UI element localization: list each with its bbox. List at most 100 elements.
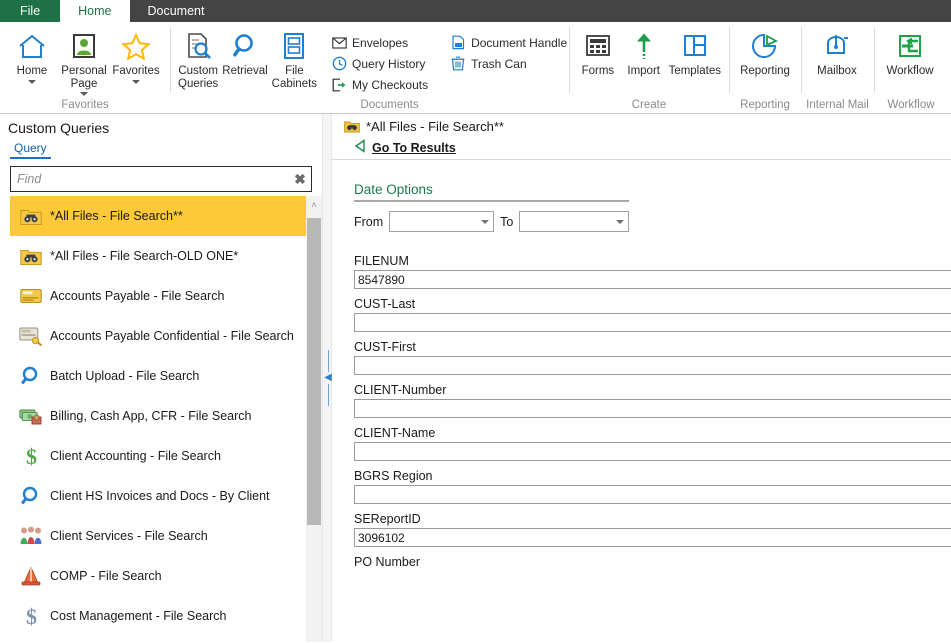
- query-list-container: *All Files - File Search** *All Files - F…: [10, 196, 322, 642]
- ribbon-button-query-history[interactable]: Query History: [327, 53, 434, 74]
- ribbon-button-personal-page[interactable]: Personal Page: [58, 26, 110, 96]
- form-field-input[interactable]: [354, 485, 951, 504]
- ribbon-button-retrieval[interactable]: Retrieval: [220, 26, 269, 78]
- ribbon-button-templates[interactable]: Templates: [667, 26, 723, 78]
- form-field-input[interactable]: [354, 528, 951, 547]
- ribbon-button-custom-queries-label: Custom Queries: [178, 65, 219, 90]
- ribbon-button-home-label: Home: [16, 65, 48, 77]
- ribbon-button-workflow-label: Workflow: [886, 65, 934, 77]
- main-body: Custom Queries Query ✖ *All Files - File…: [0, 114, 951, 642]
- form-field-input[interactable]: [354, 270, 951, 289]
- ribbon-button-document-handle-label: Document Handle: [471, 35, 568, 50]
- custom-queries-pane: Custom Queries Query ✖ *All Files - File…: [0, 114, 322, 642]
- form-field-input[interactable]: [354, 442, 951, 461]
- form-toolbar: Go To Results: [332, 136, 951, 160]
- ribbon-group-label-internal-mail: Internal Mail: [806, 99, 869, 111]
- list-item[interactable]: Billing, Cash App, CFR - File Search: [10, 396, 322, 436]
- ribbon-button-query-history-label: Query History: [352, 56, 426, 71]
- ribbon-button-home[interactable]: Home: [6, 26, 58, 84]
- form-field-label: CLIENT-Number: [354, 383, 447, 397]
- search-input[interactable]: [11, 167, 289, 191]
- chevron-down-icon[interactable]: [477, 212, 493, 231]
- list-item[interactable]: Client Services - File Search: [10, 516, 322, 556]
- magnifier-icon: [231, 29, 259, 63]
- list-item-label: Cost Management - File Search: [50, 609, 227, 623]
- binoculars-folder-icon: [16, 243, 46, 269]
- dollar-green-icon: $: [16, 443, 46, 469]
- ribbon-button-workflow[interactable]: Workflow: [880, 26, 940, 78]
- ribbon-button-file-cabinets-label: File Cabinets: [271, 65, 318, 90]
- ribbon-button-mailbox[interactable]: Mailbox: [807, 26, 867, 78]
- ribbon-button-favorites[interactable]: Favorites: [110, 26, 162, 84]
- list-item[interactable]: COMP - File Search: [10, 556, 322, 596]
- list-item[interactable]: Accounts Payable Confidential - File Sea…: [10, 316, 322, 356]
- form-field: SEReportID: [354, 512, 951, 547]
- ribbon-button-envelopes[interactable]: Envelopes: [327, 32, 434, 53]
- document-handle-icon: [448, 35, 468, 50]
- list-item[interactable]: Batch Upload - File Search: [10, 356, 322, 396]
- form-field-label: CUST-Last: [354, 297, 416, 311]
- chevron-down-icon[interactable]: [612, 212, 628, 231]
- subtab-query[interactable]: Query: [10, 141, 51, 159]
- ribbon-tabstrip: File Home Document: [0, 0, 951, 22]
- ribbon-button-trash-can-label: Trash Can: [471, 56, 527, 71]
- form-field-input[interactable]: [354, 313, 951, 332]
- home-icon: [17, 29, 47, 63]
- list-item[interactable]: Accounts Payable - File Search: [10, 276, 322, 316]
- list-item-label: Accounts Payable - File Search: [50, 289, 225, 303]
- list-item[interactable]: $ Client Accounting - File Search: [10, 436, 322, 476]
- find-box[interactable]: ✖: [10, 166, 312, 192]
- svg-text:$: $: [26, 445, 37, 467]
- ribbon-button-my-checkouts[interactable]: My Checkouts: [327, 74, 434, 95]
- chevron-down-icon[interactable]: [28, 79, 36, 84]
- date-from-combobox[interactable]: [389, 211, 495, 232]
- list-item[interactable]: *All Files - File Search-OLD ONE*: [10, 236, 322, 276]
- tab-file[interactable]: File: [0, 0, 61, 22]
- ribbon-button-custom-queries[interactable]: Custom Queries: [176, 26, 220, 90]
- ribbon-group-label-favorites: Favorites: [61, 99, 109, 111]
- search-fields-list: FILENUM CUST-Last CUST-First CLIENT-Number C…: [354, 254, 951, 569]
- ribbon-group-documents: Custom Queries Retrieval File Cabinets E…: [170, 22, 569, 113]
- list-item-label: Batch Upload - File Search: [50, 369, 200, 383]
- list-item[interactable]: *All Files - File Search**: [10, 196, 322, 236]
- form-field-label: PO Number: [354, 555, 420, 569]
- close-icon[interactable]: ✖: [289, 167, 311, 191]
- ribbon-button-reporting[interactable]: Reporting: [735, 26, 795, 78]
- ribbon-button-forms[interactable]: Forms: [575, 26, 621, 78]
- form-field-input[interactable]: [354, 356, 951, 375]
- form-field-input[interactable]: [354, 399, 951, 418]
- chevron-down-icon[interactable]: [132, 79, 140, 84]
- scroll-up-arrow-icon[interactable]: ˄: [306, 196, 322, 213]
- ribbon-group-label-documents: Documents: [360, 99, 419, 111]
- ribbon-button-file-cabinets[interactable]: File Cabinets: [270, 26, 319, 90]
- list-item-label: Accounts Payable Confidential - File Sea…: [50, 329, 294, 343]
- tab-home[interactable]: Home: [60, 0, 130, 22]
- form-field-label: CLIENT-Name: [354, 426, 436, 440]
- list-item[interactable]: $ Cost Management - File Search: [10, 596, 322, 636]
- ribbon-button-import[interactable]: Import: [621, 26, 667, 78]
- chevron-down-icon[interactable]: [80, 92, 88, 96]
- tab-document[interactable]: Document: [130, 0, 223, 22]
- query-list[interactable]: *All Files - File Search** *All Files - F…: [10, 196, 322, 642]
- forms-icon: [584, 29, 612, 63]
- vertical-scrollbar[interactable]: ˄: [306, 196, 322, 642]
- ribbon-button-document-handle[interactable]: Document Handle: [446, 32, 573, 53]
- date-to-label: To: [500, 214, 514, 229]
- money-icon: [16, 403, 46, 429]
- chevron-left-icon[interactable]: ◀: [324, 373, 332, 383]
- magnifier-icon: [16, 483, 46, 509]
- ribbon-button-reporting-label: Reporting: [740, 65, 790, 77]
- list-item[interactable]: Client HS Invoices and Docs - By Client: [10, 476, 322, 516]
- list-item-label: Client Accounting - File Search: [50, 449, 221, 463]
- ribbon-button-trash-can[interactable]: Trash Can: [446, 53, 573, 74]
- go-to-results-link[interactable]: Go To Results: [354, 139, 456, 156]
- ribbon-group-label-workflow: Workflow: [887, 99, 935, 111]
- scrollbar-thumb[interactable]: [307, 218, 321, 525]
- pane-splitter[interactable]: ◀: [322, 114, 332, 642]
- go-to-results-label: Go To Results: [372, 140, 456, 155]
- ribbon-group-internal-mail: Mailbox Internal Mail: [801, 22, 874, 113]
- tab-document-label: Document: [147, 4, 205, 18]
- form-field: PO Number: [354, 555, 951, 569]
- date-to-combobox[interactable]: [519, 211, 630, 232]
- splitter-grip[interactable]: ◀: [324, 349, 332, 407]
